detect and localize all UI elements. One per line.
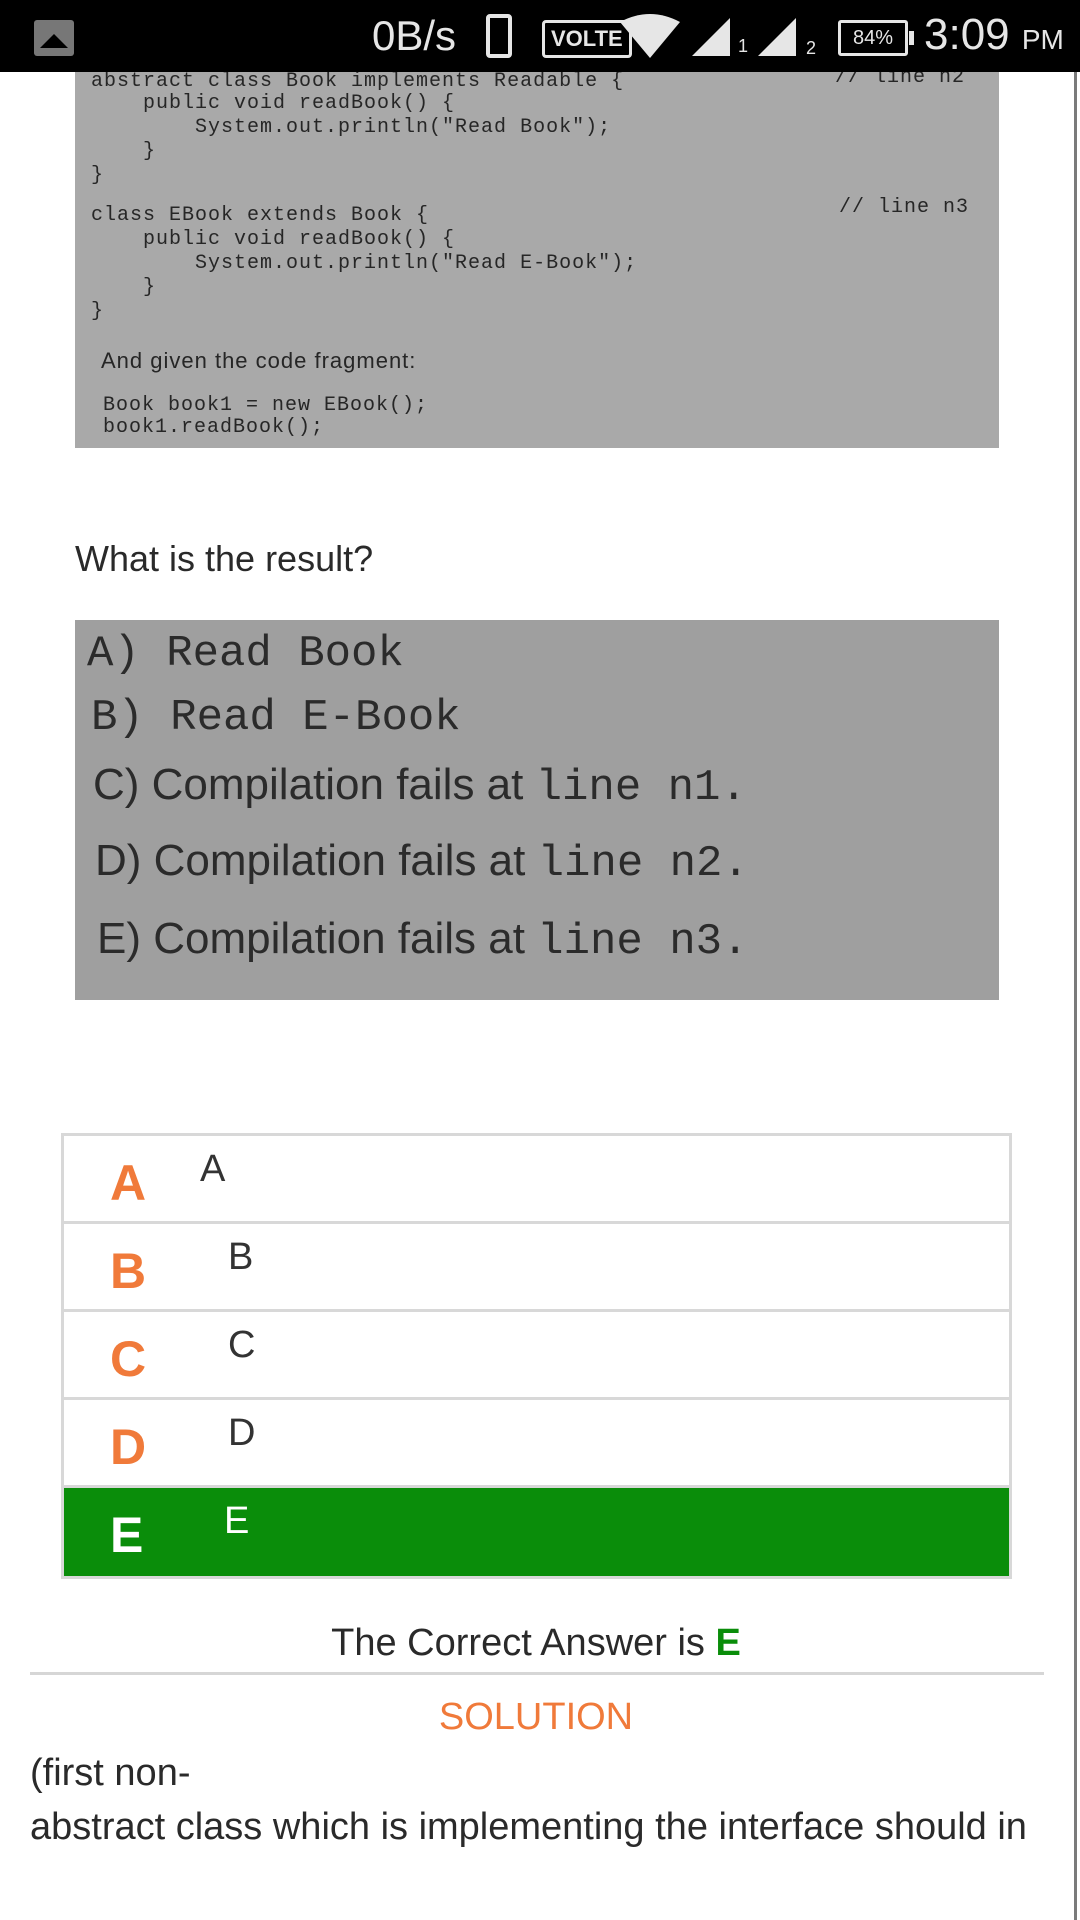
- answer-option-b[interactable]: B B: [64, 1224, 1009, 1312]
- fragment-line: Book book1 = new EBook();: [103, 394, 429, 417]
- option-c-line: line n1.: [535, 763, 747, 813]
- option-a-text: A) Read Book: [87, 626, 404, 679]
- code-line: }: [91, 300, 105, 323]
- answer-letter: B: [110, 1243, 147, 1299]
- phone-icon: [486, 14, 512, 58]
- answer-text: D: [228, 1412, 256, 1454]
- solution-text-line: (first non-: [30, 1752, 191, 1794]
- option-d-text: D) Compilation fails at line n2.: [95, 836, 749, 889]
- battery-level: 84%: [852, 27, 894, 49]
- sim2-label: 2: [806, 38, 817, 58]
- solution-heading: SOLUTION: [438, 1696, 634, 1738]
- signal-sim2-icon: [758, 18, 796, 56]
- clock: 3:09 PM: [924, 10, 1064, 60]
- battery-icon: 84%: [838, 20, 914, 56]
- options-image: A) Read Book B) Read E-Book C) Compilati…: [75, 620, 999, 1000]
- code-line: }: [91, 276, 157, 299]
- code-line: abstract class Book implements Readable …: [91, 72, 625, 93]
- option-a-label: A) Read Book: [87, 629, 404, 679]
- fragment-line: book1.readBook();: [103, 416, 325, 439]
- answer-option-e[interactable]: E E: [64, 1488, 1009, 1576]
- code-comment-n2: // line n2: [835, 72, 966, 89]
- answer-option-c[interactable]: C C: [64, 1312, 1009, 1400]
- code-line: System.out.println("Read E-Book");: [91, 252, 638, 275]
- correct-answer-prefix: The Correct Answer is: [331, 1622, 716, 1664]
- answer-list: A A B B C C D D E E: [61, 1133, 1012, 1579]
- answer-text: A: [200, 1148, 226, 1190]
- option-e-line: line n3.: [537, 917, 749, 967]
- answer-option-d[interactable]: D D: [64, 1400, 1009, 1488]
- wifi-icon: [620, 14, 680, 58]
- answer-letter: D: [110, 1419, 147, 1475]
- signal-sim1-icon: [692, 18, 730, 56]
- gallery-notification-icon: [34, 20, 74, 56]
- question-code-image: abstract class Book implements Readable …: [75, 72, 999, 448]
- code-line: class EBook extends Book {: [91, 204, 430, 227]
- sim1-label: 1: [738, 36, 749, 56]
- code-line: }: [91, 164, 105, 187]
- option-c-text: C) Compilation fails at line n1.: [93, 760, 747, 813]
- correct-answer-letter: E: [715, 1622, 741, 1664]
- answer-letter: C: [110, 1331, 147, 1387]
- option-b-label: B) Read E-Book: [91, 693, 461, 743]
- code-line: System.out.println("Read Book");: [91, 116, 612, 139]
- answer-letter: E: [110, 1507, 144, 1563]
- divider: [30, 1672, 1044, 1675]
- clock-time: 3:09: [924, 10, 1010, 59]
- answer-text: C: [228, 1324, 256, 1366]
- option-d-line: line n2.: [537, 839, 749, 889]
- scroll-edge: [1074, 72, 1077, 1920]
- answer-option-a[interactable]: A A: [64, 1136, 1009, 1224]
- volte-badge: VOLTE: [542, 20, 632, 58]
- code-line: public void readBook() {: [91, 228, 456, 251]
- option-b-text: B) Read E-Book: [91, 690, 461, 743]
- correct-answer-line: The Correct Answer is E: [0, 1622, 1072, 1665]
- answer-letter: A: [110, 1155, 147, 1211]
- answer-text: B: [228, 1236, 254, 1278]
- answer-text: E: [224, 1500, 250, 1542]
- fragment-intro: And given the code fragment:: [101, 348, 417, 373]
- option-d-prefix: D) Compilation fails at: [95, 836, 538, 885]
- clock-ampm: PM: [1021, 24, 1064, 55]
- question-text: What is the result?: [75, 538, 374, 579]
- option-e-text: E) Compilation fails at line n3.: [97, 914, 748, 967]
- network-speed: 0B/s: [372, 12, 457, 59]
- option-e-prefix: E) Compilation fails at: [97, 914, 538, 963]
- solution-text-line: abstract class which is implementing the…: [30, 1806, 1027, 1848]
- status-bar: 0B/s VOLTE 1 2 84% 3:09 PM: [0, 0, 1080, 72]
- code-line: }: [91, 140, 157, 163]
- option-c-prefix: C) Compilation fails at: [93, 760, 536, 809]
- code-line: public void readBook() {: [91, 92, 456, 115]
- code-comment-n3: // line n3: [839, 196, 970, 219]
